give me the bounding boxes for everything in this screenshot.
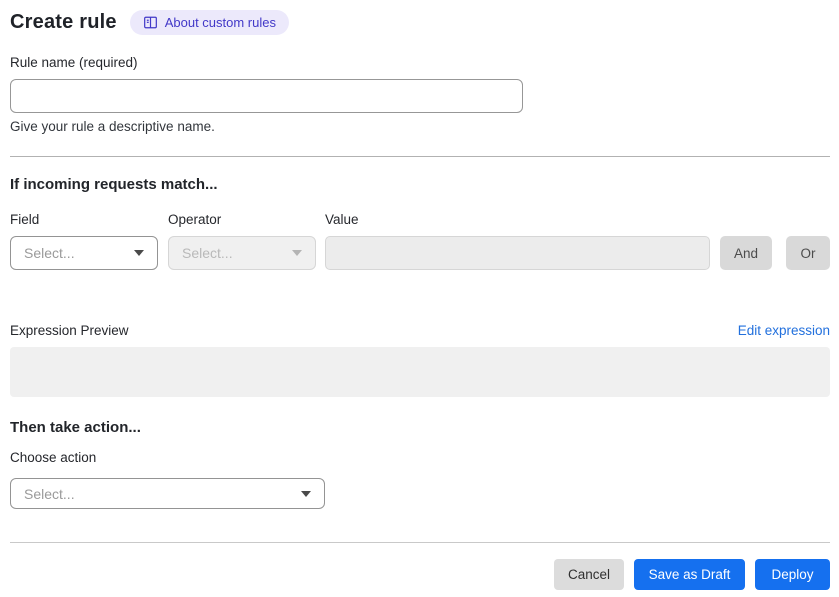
chevron-down-icon xyxy=(301,490,311,497)
rule-name-input[interactable] xyxy=(10,79,523,113)
page-header: Create rule About custom rules xyxy=(10,10,830,35)
chevron-down-icon xyxy=(292,250,302,256)
deploy-button[interactable]: Deploy xyxy=(755,559,830,590)
expression-preview-label: Expression Preview xyxy=(10,323,129,338)
choose-action-label: Choose action xyxy=(10,450,97,465)
about-custom-rules-link[interactable]: About custom rules xyxy=(129,10,289,35)
cancel-button[interactable]: Cancel xyxy=(554,559,624,590)
operator-select-value: Select... xyxy=(182,245,233,261)
expression-preview-box xyxy=(10,347,830,397)
value-input[interactable] xyxy=(325,236,710,270)
book-icon xyxy=(143,15,158,30)
edit-expression-link[interactable]: Edit expression xyxy=(738,323,830,338)
operator-label: Operator xyxy=(168,212,222,227)
footer-actions: Cancel Save as Draft Deploy xyxy=(10,559,830,590)
rule-name-helper-text: Give your rule a descriptive name. xyxy=(10,119,215,134)
create-rule-page: Create rule About custom rules Rule name… xyxy=(0,0,839,590)
divider xyxy=(10,156,830,157)
field-select[interactable]: Select... xyxy=(10,236,158,270)
field-label: Field xyxy=(10,212,40,227)
or-button[interactable]: Or xyxy=(786,236,830,270)
rule-name-section: Rule name (required) Give your rule a de… xyxy=(10,54,830,134)
action-section-heading: Then take action... xyxy=(10,419,141,436)
rule-name-label: Rule name (required) xyxy=(10,55,138,70)
criteria-controls-row: Select... Select... And Or xyxy=(10,236,830,270)
action-select-value: Select... xyxy=(24,485,75,502)
and-button[interactable]: And xyxy=(720,236,772,270)
save-as-draft-button[interactable]: Save as Draft xyxy=(634,559,745,590)
criteria-labels-row: Field Operator Value xyxy=(10,212,830,227)
page-title: Create rule xyxy=(10,11,117,33)
value-label: Value xyxy=(325,212,359,227)
chevron-down-icon xyxy=(134,250,144,256)
expression-preview-header: Expression Preview Edit expression xyxy=(10,323,830,338)
operator-select[interactable]: Select... xyxy=(168,236,316,270)
action-select[interactable]: Select... xyxy=(10,478,325,509)
about-custom-rules-label: About custom rules xyxy=(164,15,276,30)
divider xyxy=(10,542,830,543)
field-select-value: Select... xyxy=(24,245,75,261)
match-section-heading: If incoming requests match... xyxy=(10,176,218,193)
